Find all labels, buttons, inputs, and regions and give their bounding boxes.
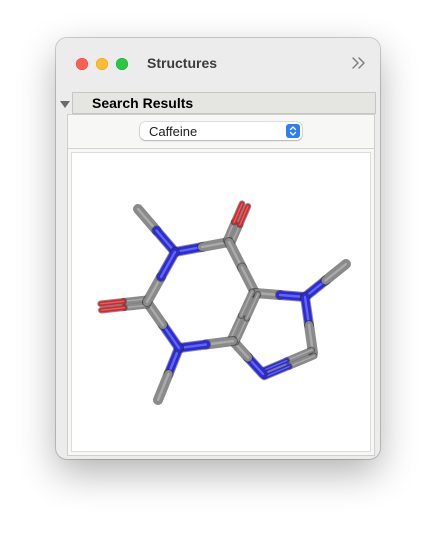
- zoom-button[interactable]: [116, 58, 128, 70]
- disclosure-triangle-icon[interactable]: [59, 97, 71, 109]
- structures-window: Structures Search Results Caffeine: [56, 38, 380, 459]
- title-bar[interactable]: Structures: [56, 38, 380, 90]
- section-title: Search Results: [92, 95, 194, 111]
- search-results-panel: Caffeine: [67, 114, 375, 456]
- compound-select-value: Caffeine: [149, 124, 198, 139]
- search-results-header[interactable]: Search Results: [56, 92, 380, 114]
- section-bar[interactable]: Search Results: [72, 92, 376, 114]
- up-down-chevron-icon[interactable]: [286, 124, 300, 138]
- molecule-structure: [97, 200, 351, 405]
- chevron-double-right-icon[interactable]: [350, 54, 368, 72]
- minimize-button[interactable]: [96, 58, 108, 70]
- molecule-viewer[interactable]: [71, 152, 371, 452]
- compound-select[interactable]: Caffeine: [140, 122, 302, 140]
- separator: [68, 148, 374, 149]
- window-title: Structures: [147, 55, 218, 71]
- close-button[interactable]: [76, 58, 88, 70]
